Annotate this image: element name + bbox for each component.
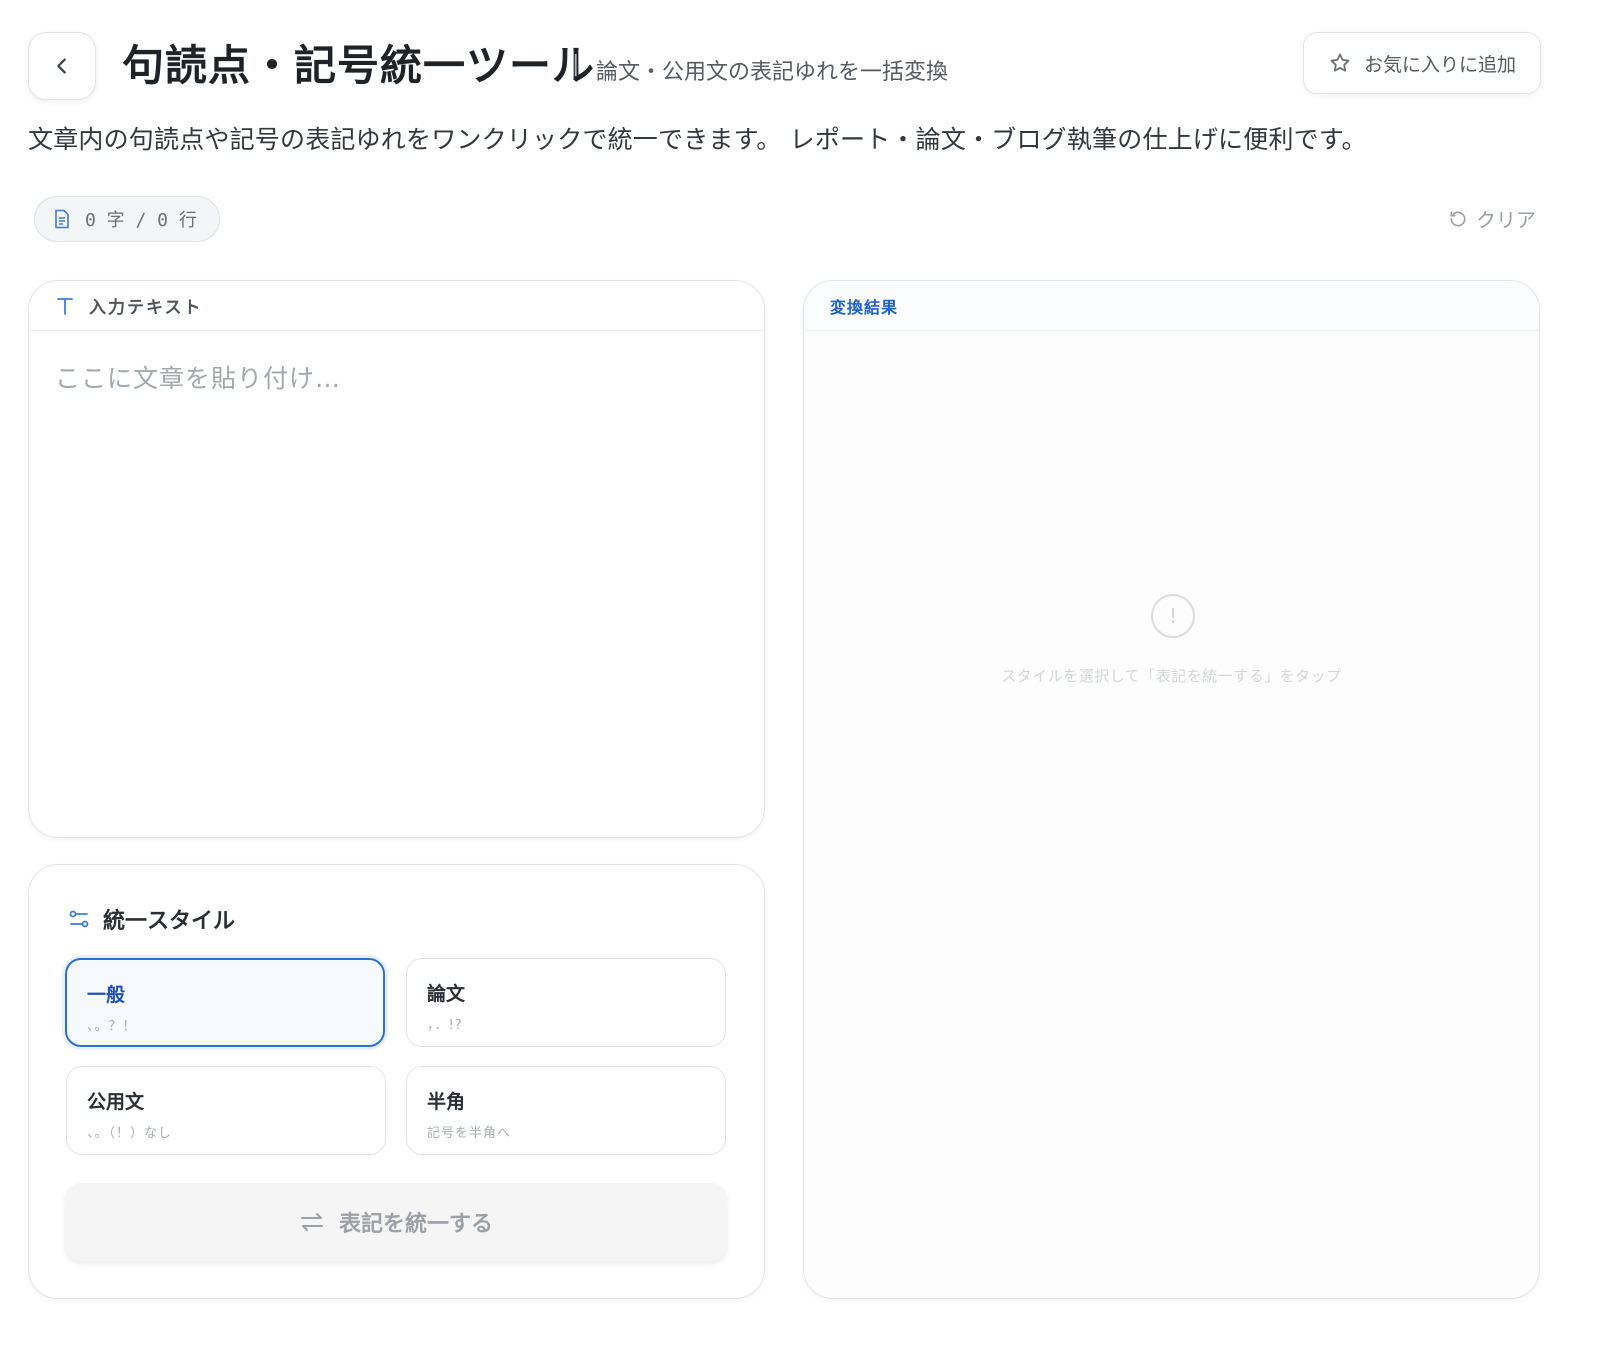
input-label: 入力テキスト <box>89 298 203 318</box>
input-card-header: 入力テキスト <box>29 281 764 331</box>
result-empty-message: スタイルを選択して「表記を統一する」をタップ <box>1001 667 1342 685</box>
input-card: 入力テキスト <box>28 280 765 838</box>
character-line-counter: 0 字 / 0 行 <box>34 196 220 242</box>
input-textarea[interactable] <box>29 331 764 831</box>
style-panel: 統一スタイル 一般 、。？！ 論文 ，．!? 公用文 、。（！）なし 半角 記号… <box>28 864 765 1299</box>
page-description: 文章内の句読点や記号の表記ゆれをワンクリックで統一できます。 レポート・論文・ブ… <box>28 125 1367 154</box>
add-favorite-label: お気に入りに追加 <box>1363 53 1516 76</box>
result-card-header: 変換結果 <box>804 281 1539 331</box>
style-option-name: 一般 <box>87 984 126 1006</box>
add-favorite-button[interactable]: お気に入りに追加 <box>1303 32 1541 94</box>
result-card: 変換結果 ! スタイルを選択して「表記を統一する」をタップ <box>803 280 1540 1299</box>
page-title: 句読点・記号統一ツール <box>122 41 596 90</box>
page-subtitle: 論文・公用文の表記ゆれを一括変換 <box>596 60 949 85</box>
style-option-sample: 記号を半角へ <box>427 1126 512 1141</box>
style-option-sample: ，．!? <box>427 1018 463 1033</box>
style-option-sample: 、。？！ <box>87 1019 137 1034</box>
style-option-academic[interactable]: 論文 ，．!? <box>406 958 726 1047</box>
result-label: 変換結果 <box>830 297 899 317</box>
alert-circle-icon: ! <box>1151 594 1195 638</box>
style-heading: 統一スタイル <box>67 903 235 935</box>
back-chevron-icon <box>57 58 66 74</box>
style-option-general[interactable]: 一般 、。？！ <box>65 958 385 1047</box>
refresh-icon <box>1450 211 1466 226</box>
sliders-icon <box>69 910 89 928</box>
document-icon <box>55 209 69 229</box>
back-button[interactable] <box>28 32 96 100</box>
clear-label: クリア <box>1476 208 1536 232</box>
convert-button[interactable]: 表記を統一する <box>65 1183 727 1261</box>
convert-button-label: 表記を統一する <box>338 1212 493 1237</box>
style-option-name: 論文 <box>427 983 466 1005</box>
clear-button[interactable]: クリア <box>1448 204 1536 233</box>
style-heading-text: 統一スタイル <box>103 909 236 934</box>
text-type-icon <box>57 297 73 315</box>
style-option-name: 公用文 <box>87 1091 145 1113</box>
style-option-official[interactable]: 公用文 、。（！）なし <box>66 1066 386 1155</box>
style-option-sample: 、。（！）なし <box>87 1126 173 1141</box>
star-icon <box>1330 53 1350 72</box>
counter-text: 0 字 / 0 行 <box>85 210 197 231</box>
title-separator: | <box>572 52 580 77</box>
swap-arrows-icon <box>300 1213 323 1231</box>
style-option-halfwidth[interactable]: 半角 記号を半角へ <box>406 1066 726 1155</box>
style-option-name: 半角 <box>427 1091 466 1113</box>
